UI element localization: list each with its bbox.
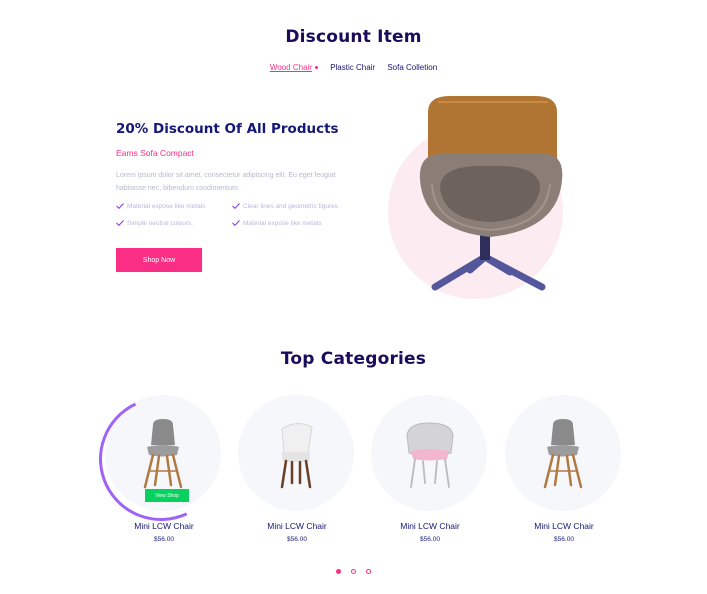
pagination-dot-3[interactable]	[366, 569, 372, 574]
product-name[interactable]: Mini LCW Chair	[238, 521, 356, 531]
feature-text: Clear lines and geometric figures	[243, 203, 339, 210]
product-name[interactable]: Mini LCW Chair	[505, 521, 623, 531]
product-price: $56.00	[554, 536, 574, 543]
feature-item: Material expose like metals	[116, 203, 205, 210]
check-icon	[116, 220, 124, 227]
chair-image	[143, 419, 183, 489]
check-icon	[232, 220, 240, 227]
carousel-pagination	[0, 561, 707, 579]
category-card[interactable]: Mini LCW Chair $56.00	[371, 395, 489, 543]
discount-section-title: Discount Item	[285, 27, 422, 47]
feature-item: Material expose like metals	[232, 220, 321, 227]
pagination-dot-2[interactable]	[351, 569, 356, 574]
product-price: $56.00	[420, 536, 440, 543]
feature-text: Simple neutral colours.	[127, 220, 194, 227]
promo-subheading: Eams Sofa Compact	[116, 148, 194, 158]
product-name[interactable]: Mini LCW Chair	[371, 521, 489, 531]
card-image-circle: View Shop	[105, 395, 221, 511]
category-card[interactable]: Mini LCW Chair $56.00	[238, 395, 356, 543]
category-card[interactable]: View Shop Mini LCW Chair $56.00	[105, 395, 223, 543]
category-carousel: View Shop Mini LCW Chair $56.00 Mini LCW…	[0, 395, 707, 555]
tab-wood-chair[interactable]: Wood Chair	[270, 63, 318, 72]
lounge-chair-image	[419, 96, 563, 291]
feature-item: Clear lines and geometric figures	[232, 203, 338, 210]
feature-text: Material expose like metals	[243, 220, 322, 227]
card-image-circle	[371, 395, 487, 511]
tab-plastic-chair[interactable]: Plastic Chair	[330, 63, 375, 72]
feature-item: Simple neutral colours.	[116, 220, 193, 227]
card-image-circle	[505, 395, 621, 511]
chair-image	[543, 419, 583, 489]
active-tab-dot	[314, 66, 318, 70]
pagination-dot-1[interactable]	[335, 569, 341, 574]
product-price: $56.00	[287, 536, 307, 543]
promo-heading: 20% Discount Of All Products	[116, 121, 339, 137]
category-card[interactable]: Mini LCW Chair $56.00	[505, 395, 623, 543]
view-shop-button[interactable]: View Shop	[145, 489, 189, 502]
top-categories-title: Top Categories	[280, 349, 427, 369]
feature-text: Material expose like metals	[127, 203, 206, 210]
product-price: $56.00	[154, 536, 174, 543]
tab-label: Wood Chair	[269, 63, 312, 72]
shop-now-button[interactable]: Shop Now	[116, 248, 202, 272]
tab-sofa-collection[interactable]: Sofa Colletion	[387, 63, 437, 72]
promo-description: Lorem ipsum dolor sit amet, consectetur …	[116, 172, 336, 192]
card-image-circle	[238, 395, 354, 511]
chair-image	[406, 422, 454, 488]
product-name[interactable]: Mini LCW Chair	[105, 521, 223, 531]
check-icon	[232, 203, 240, 210]
discount-tabs: Wood Chair Plastic Chair Sofa Colletion	[0, 63, 707, 72]
check-icon	[116, 203, 124, 210]
chair-image	[280, 423, 313, 489]
